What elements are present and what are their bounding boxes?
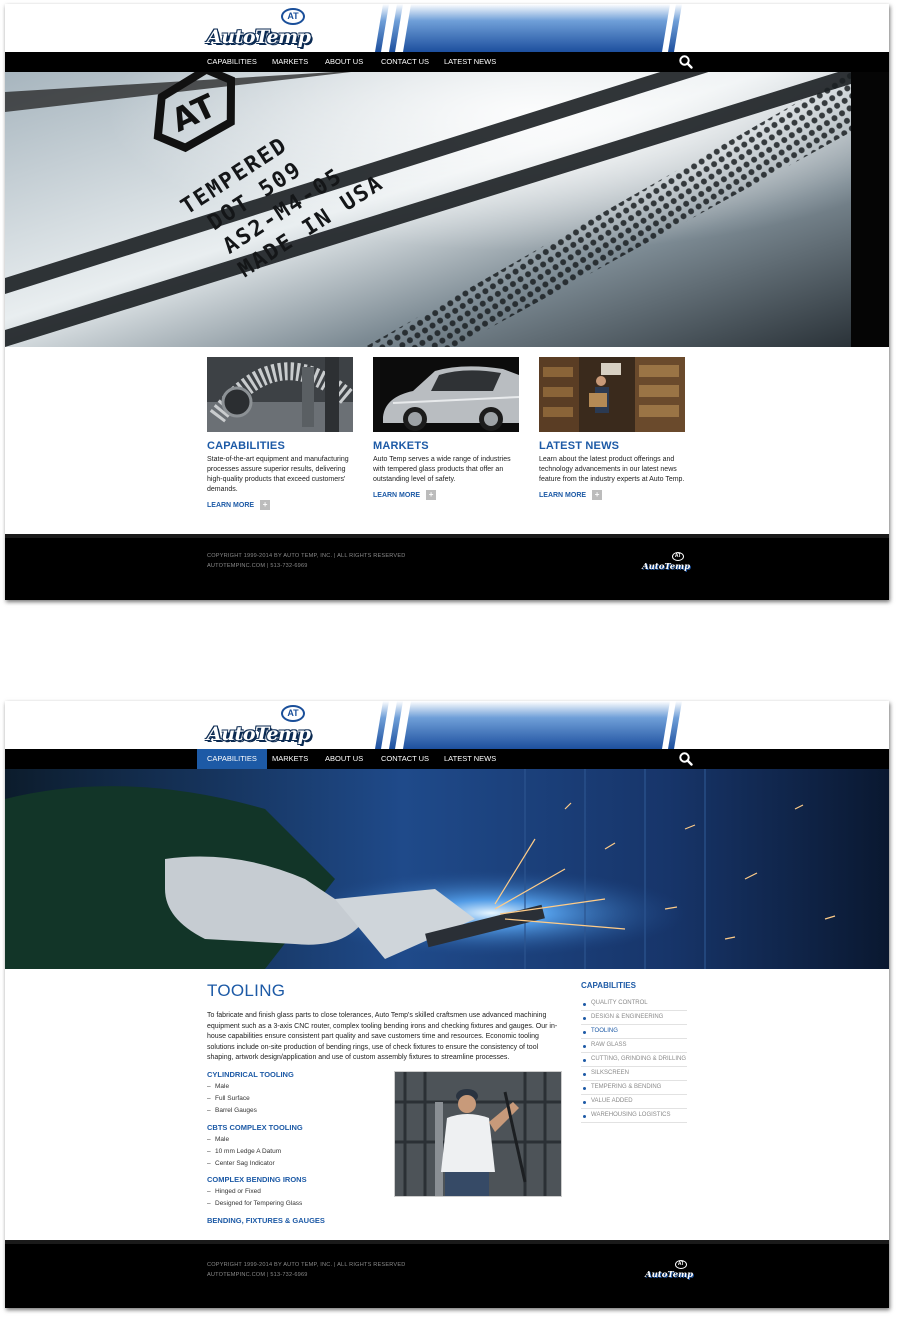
nav-capabilities[interactable]: CAPABILITIES — [197, 52, 267, 72]
logo-wordmark: AutoTemp — [207, 26, 311, 48]
section-heading: COMPLEX BENDING IRONS — [207, 1175, 307, 1184]
site-footer: COPYRIGHT 1999-2014 BY AUTO TEMP, INC. |… — [5, 534, 889, 600]
sidebar-item-design-engineering[interactable]: DESIGN & ENGINEERING — [581, 1011, 687, 1025]
intro-paragraph: To fabricate and finish glass parts to c… — [207, 1012, 558, 1061]
capabilities-sidebar: CAPABILITIES QUALITY CONTROL DESIGN & EN… — [581, 981, 687, 1123]
card-title: CAPABILITIES — [207, 440, 285, 452]
sidebar-title: CAPABILITIES — [581, 981, 636, 990]
list-item: – Male — [207, 1083, 230, 1090]
site-header: AT AutoTemp — [5, 4, 889, 52]
sidebar-item-tooling[interactable]: TOOLING — [581, 1025, 687, 1039]
sidebar-item-quality-control[interactable]: QUALITY CONTROL — [581, 997, 687, 1011]
card-text: State-of-the-art equipment and manufactu… — [207, 456, 349, 493]
card-image-car[interactable] — [373, 357, 519, 432]
sidebar-item-tempering-bending[interactable]: TEMPERING & BENDING — [581, 1081, 687, 1095]
card-image-machinery[interactable] — [207, 357, 353, 432]
section-cbts-complex-tooling: CBTS COMPLEX TOOLING – Male –10 mm Ledge … — [207, 1123, 392, 1168]
card-capabilities: CAPABILITIES State-of-the-art equipment … — [207, 357, 355, 510]
list-item: –10 mm Ledge A Datum — [207, 1148, 282, 1155]
nav-capabilities[interactable]: CAPABILITIES — [197, 749, 267, 769]
logo-wordmark: AutoTemp — [207, 723, 311, 745]
tempered-glass-illustration: AT TEMPERED DOT 509 AS2-M4-05 MADE IN US… — [5, 72, 889, 347]
card-latest-news: LATEST NEWS Learn about the latest produ… — [539, 357, 687, 500]
list-item: – Center Sag Indicator — [207, 1160, 275, 1167]
logo-badge: AT — [281, 8, 305, 25]
page-title: TOOLING — [207, 981, 286, 1000]
site-header: AT AutoTemp — [5, 701, 889, 749]
footer-logo-wordmark: AutoTemp — [645, 1270, 694, 1280]
welding-illustration — [5, 769, 889, 969]
learn-more-label: LEARN MORE — [373, 491, 421, 499]
section-heading: BENDING, FIXTURES & GAUGES — [207, 1216, 325, 1225]
main-content: TOOLING To fabricate and finish glass pa… — [207, 981, 567, 1225]
nav-latest-news[interactable]: LATEST NEWS — [434, 749, 506, 769]
header-blue-stripes — [375, 701, 682, 749]
list-item: – Designed for Tempering Glass — [207, 1200, 303, 1207]
nav-latest-news[interactable]: LATEST NEWS — [434, 52, 506, 72]
list-item: – Full Surface — [207, 1095, 250, 1102]
section-heading: CYLINDRICAL TOOLING — [207, 1070, 294, 1079]
footer-contact[interactable]: AUTOTEMPINC.COM | 513-732-6969 — [207, 563, 308, 569]
nav-contact-us[interactable]: CONTACT US — [371, 749, 439, 769]
header-blue-stripes — [375, 4, 682, 52]
plus-icon: + — [260, 500, 271, 510]
footer-logo[interactable]: AT AutoTemp — [642, 552, 690, 572]
card-text: Learn about the latest product offerings… — [539, 456, 685, 483]
card-title: MARKETS — [373, 440, 429, 452]
section-cylindrical-tooling: CYLINDRICAL TOOLING – Male – Full Surface … — [207, 1070, 392, 1115]
search-icon[interactable] — [678, 54, 694, 70]
site-logo[interactable]: AT AutoTemp — [207, 8, 317, 48]
worker-photo — [394, 1071, 562, 1197]
site-footer: COPYRIGHT 1999-2014 BY AUTO TEMP, INC. |… — [5, 1240, 889, 1308]
footer-copyright: COPYRIGHT 1999-2014 BY AUTO TEMP, INC. |… — [207, 1262, 406, 1268]
learn-more-label: LEARN MORE — [207, 501, 255, 509]
main-nav: CAPABILITIES MARKETS ABOUT US CONTACT US… — [5, 749, 889, 769]
learn-more-link[interactable]: LEARN MORE + — [207, 500, 355, 510]
card-image-warehouse[interactable] — [539, 357, 685, 432]
plus-icon: + — [426, 490, 437, 500]
learn-more-link[interactable]: LEARN MORE + — [539, 490, 687, 500]
nav-markets[interactable]: MARKETS — [262, 749, 318, 769]
card-text: Auto Temp serves a wide range of industr… — [373, 456, 511, 483]
sidebar-item-value-added[interactable]: VALUE ADDED — [581, 1095, 687, 1109]
nav-contact-us[interactable]: CONTACT US — [371, 52, 439, 72]
search-icon[interactable] — [678, 751, 694, 767]
feature-cards: CAPABILITIES State-of-the-art equipment … — [207, 357, 697, 527]
footer-logo[interactable]: AT AutoTemp — [645, 1260, 693, 1280]
hero-glass-image: AT TEMPERED DOT 509 AS2-M4-05 MADE IN US… — [5, 72, 889, 347]
footer-logo-wordmark: AutoTemp — [642, 562, 691, 572]
list-item: – Hinged or Fixed — [207, 1188, 261, 1195]
learn-more-label: LEARN MORE — [539, 491, 587, 499]
nav-about-us[interactable]: ABOUT US — [315, 749, 373, 769]
list-item: – Barrel Gauges — [207, 1107, 257, 1114]
home-page-screenshot: AT AutoTemp CAPABILITIES MARKETS ABOUT U… — [5, 4, 889, 600]
card-markets: MARKETS Auto Temp serves a wide range of… — [373, 357, 521, 500]
main-nav: CAPABILITIES MARKETS ABOUT US CONTACT US… — [5, 52, 889, 72]
footer-contact[interactable]: AUTOTEMPINC.COM | 513-732-6969 — [207, 1272, 308, 1278]
nav-about-us[interactable]: ABOUT US — [315, 52, 373, 72]
card-title: LATEST NEWS — [539, 440, 620, 452]
learn-more-link[interactable]: LEARN MORE + — [373, 490, 521, 500]
section-complex-bending-irons: COMPLEX BENDING IRONS – Hinged or Fixed –… — [207, 1175, 392, 1208]
tooling-page-screenshot: AT AutoTemp CAPABILITIES MARKETS ABOUT U… — [5, 701, 889, 1308]
sidebar-item-warehousing-logistics[interactable]: WAREHOUSING LOGISTICS — [581, 1109, 687, 1123]
footer-copyright: COPYRIGHT 1999-2014 BY AUTO TEMP, INC. |… — [207, 553, 406, 559]
sidebar-item-silkscreen[interactable]: SILKSCREEN — [581, 1067, 687, 1081]
section-heading: CBTS COMPLEX TOOLING — [207, 1123, 303, 1132]
logo-badge: AT — [281, 705, 305, 722]
footer-logo-badge: AT — [675, 1260, 687, 1269]
section-bending-fixtures-gauges: BENDING, FIXTURES & GAUGES — [207, 1216, 392, 1225]
sidebar-item-raw-glass[interactable]: RAW GLASS — [581, 1039, 687, 1053]
plus-icon: + — [592, 490, 603, 500]
footer-logo-badge: AT — [672, 552, 684, 561]
hero-welding-image — [5, 769, 889, 969]
list-item: – Male — [207, 1136, 230, 1143]
site-logo[interactable]: AT AutoTemp — [207, 705, 317, 745]
nav-markets[interactable]: MARKETS — [262, 52, 318, 72]
sidebar-item-cutting-grinding-drilling[interactable]: CUTTING, GRINDING & DRILLING — [581, 1053, 687, 1067]
